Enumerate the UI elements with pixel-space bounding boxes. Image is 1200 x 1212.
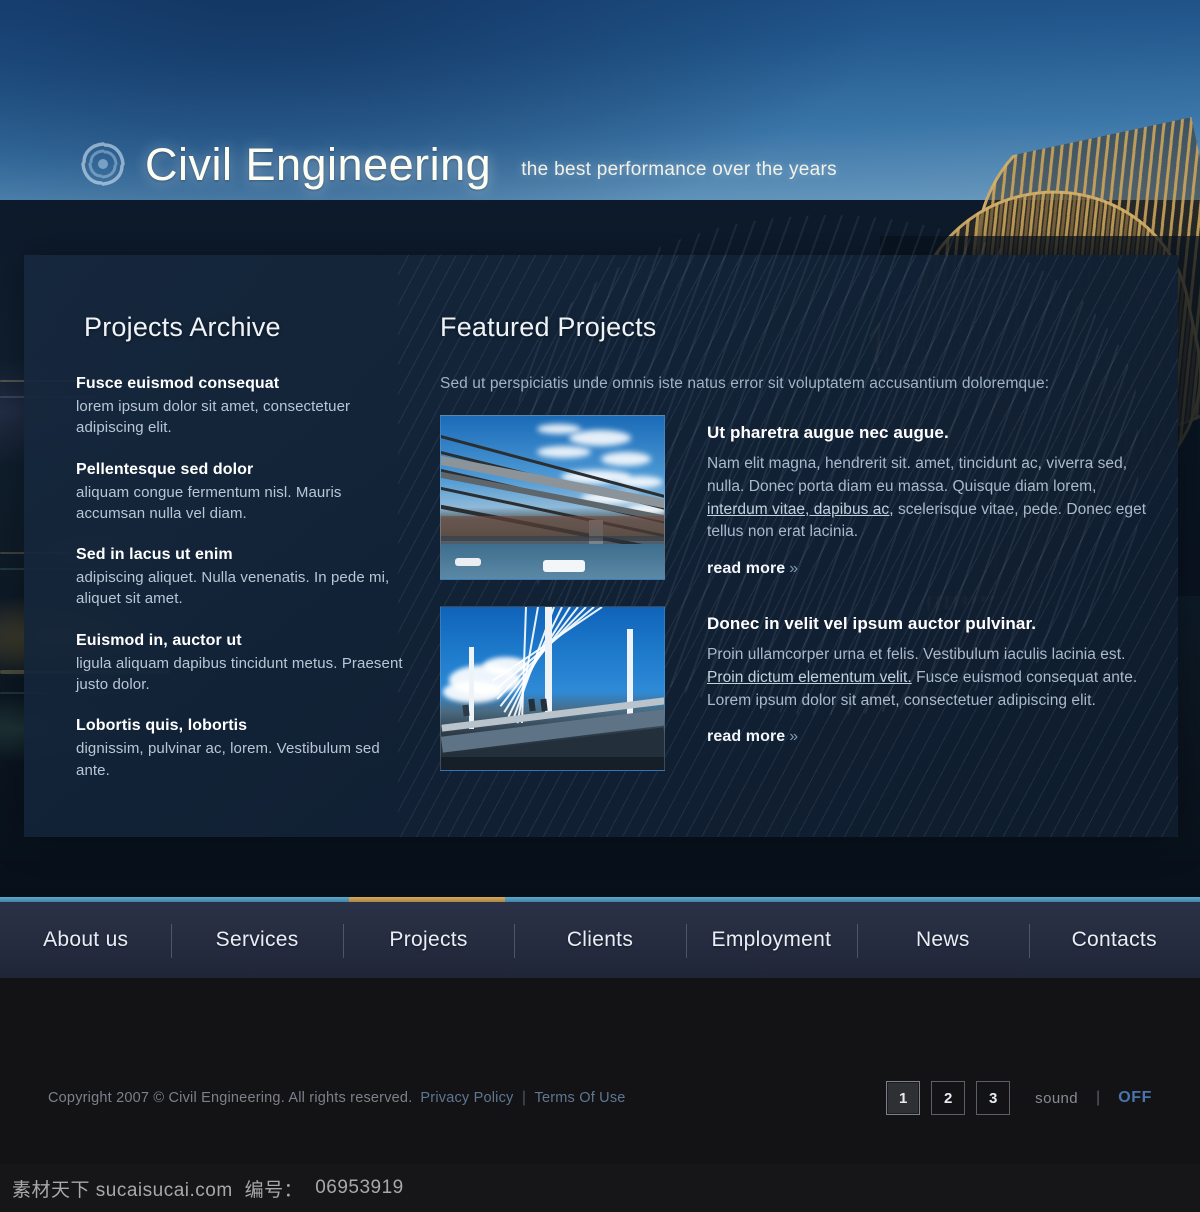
nav-item-contacts[interactable]: Contacts	[1028, 902, 1200, 978]
archive-item[interactable]: Fusce euismod consequat lorem ipsum dolo…	[76, 375, 406, 439]
pagination-page-1[interactable]: 1	[886, 1081, 921, 1115]
featured-item: Ut pharetra augue nec augue. Nam elit ma…	[440, 415, 1160, 580]
content-panel: Projects Archive Fusce euismod consequat…	[24, 215, 1178, 837]
archive-item-heading: Fusce euismod consequat	[76, 375, 280, 392]
footer-links: Privacy Policy | Terms Of Use	[420, 1089, 625, 1107]
archive-item[interactable]: Lobortis quis, lobortis dignissim, pulvi…	[76, 717, 406, 781]
hero-banner: Civil Engineering the best performance o…	[0, 0, 1200, 905]
brand[interactable]: Civil Engineering the best performance o…	[75, 136, 837, 192]
read-more-link[interactable]: read more»	[707, 728, 798, 746]
archive-item-body: ligula aliquam dapibus tincidunt metus. …	[76, 654, 403, 694]
archive-item-body: dignissim, pulvinar ac, lorem. Vestibulu…	[76, 740, 380, 779]
chevron-double-right-icon: »	[789, 560, 799, 578]
sound-separator: |	[1096, 1089, 1101, 1106]
archive-item[interactable]: Pellentesque sed dolor aliquam congue fe…	[76, 461, 406, 525]
archive-item-heading: Sed in lacus ut enim	[76, 546, 233, 564]
archive-item[interactable]: Euismod in, auctor ut ligula aliquam dap…	[76, 632, 406, 696]
featured-item-heading: Ut pharetra augue nec augue.	[707, 423, 949, 442]
read-more-label: read more	[707, 728, 786, 746]
featured-intro-text: Sed ut perspiciatis unde omnis iste natu…	[440, 375, 1050, 392]
nav-item-projects[interactable]: Projects	[342, 902, 514, 978]
featured-projects-title: Featured Projects	[440, 312, 657, 342]
pagination-page-3[interactable]: 3	[976, 1081, 1011, 1115]
read-more-link[interactable]: read more»	[707, 560, 798, 578]
watermark-bar: 素材天下 sucaisucai.com 编号： 06953919	[0, 1164, 1200, 1212]
main-navigation: About us Services Projects Clients Emplo…	[0, 897, 1200, 978]
footer-link-separator: |	[521, 1089, 527, 1106]
watermark-code-label: 编号：	[244, 1179, 304, 1201]
nav-bar: About us Services Projects Clients Emplo…	[0, 902, 1200, 978]
sound-label: sound	[1035, 1089, 1079, 1107]
featured-body-before: Proin ullamcorper urna et felis. Vestibu…	[707, 646, 1126, 663]
copyright-text: Copyright 2007 © Civil Engineering. All …	[48, 1090, 413, 1106]
featured-item: Donec in velit vel ipsum auctor pulvinar…	[440, 606, 1160, 771]
featured-projects-column: Featured Projects Sed ut perspiciatis un…	[440, 312, 1160, 803]
golden-jubilee-bridge-photo[interactable]	[440, 606, 665, 771]
archive-item-heading: Euismod in, auctor ut	[76, 631, 242, 649]
sound-toggle[interactable]: OFF	[1118, 1089, 1152, 1107]
read-more-label: read more	[707, 560, 786, 578]
archive-item-body: adipiscing aliquet. Nulla venenatis. In …	[76, 569, 390, 608]
nav-item-services[interactable]: Services	[171, 902, 342, 978]
projects-archive-title: Projects Archive	[84, 312, 281, 342]
footer-controls: 1 2 3 sound | OFF	[886, 1081, 1152, 1115]
swirl-vortex-icon	[75, 136, 131, 192]
archive-item[interactable]: Sed in lacus ut enim adipiscing aliquet.…	[76, 546, 406, 610]
projects-archive-column: Projects Archive Fusce euismod consequat…	[76, 312, 406, 803]
brand-tagline: the best performance over the years	[521, 159, 837, 180]
pagination-page-2[interactable]: 2	[931, 1081, 966, 1115]
featured-body-before: Nam elit magna, hendrerit sit. amet, tin…	[707, 455, 1128, 495]
featured-inline-link[interactable]: interdum vitae, dapibus ac,	[707, 501, 894, 518]
featured-inline-link[interactable]: Proin dictum elementum velit.	[707, 669, 912, 686]
brand-name: Civil Engineering	[145, 138, 492, 190]
featured-item-body: Proin ullamcorper urna et felis. Vestibu…	[707, 644, 1160, 712]
featured-item-heading: Donec in velit vel ipsum auctor pulvinar…	[707, 614, 1037, 633]
millennium-bridge-photo[interactable]	[440, 415, 665, 580]
archive-item-heading: Lobortis quis, lobortis	[76, 717, 248, 735]
featured-item-body: Nam elit magna, hendrerit sit. amet, tin…	[707, 453, 1160, 544]
watermark-site: 素材天下 sucaisucai.com	[12, 1179, 233, 1201]
archive-item-body: aliquam congue fermentum nisl. Mauris ac…	[76, 483, 342, 522]
page-root: Civil Engineering the best performance o…	[0, 0, 1200, 1212]
footer: Copyright 2007 © Civil Engineering. All …	[0, 978, 1200, 1164]
terms-of-use-link[interactable]: Terms Of Use	[535, 1090, 626, 1106]
chevron-double-right-icon: »	[789, 728, 799, 746]
nav-item-clients[interactable]: Clients	[514, 902, 685, 978]
nav-item-news[interactable]: News	[857, 902, 1028, 978]
nav-item-employment[interactable]: Employment	[685, 902, 857, 978]
watermark-code: 06953919	[315, 1177, 404, 1198]
archive-item-body: lorem ipsum dolor sit amet, consectetuer…	[76, 398, 351, 437]
archive-item-heading: Pellentesque sed dolor	[76, 460, 254, 478]
privacy-policy-link[interactable]: Privacy Policy	[420, 1090, 513, 1106]
nav-item-about-us[interactable]: About us	[0, 902, 171, 978]
